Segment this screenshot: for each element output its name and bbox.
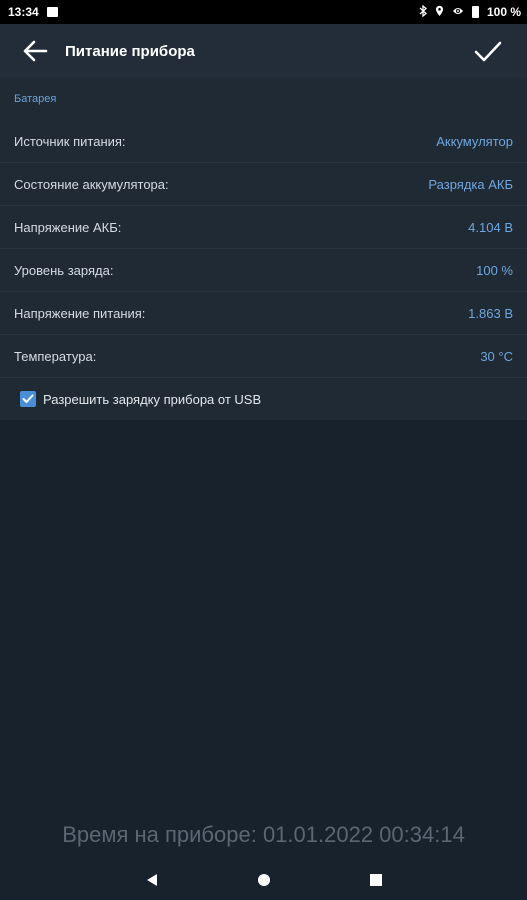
battery-icon [471,6,479,18]
battery-percent: 100 % [486,5,521,19]
row-label: Температура: [14,348,97,364]
row-label: Уровень заряда: [14,262,114,278]
row-value: 4.104 В [468,219,513,235]
nav-recents-button[interactable] [356,860,396,900]
circle-home-icon [257,874,270,886]
row-value: 1.863 В [468,305,513,321]
location-icon [435,5,444,20]
eye-icon [452,5,464,19]
system-nav-bar [0,860,527,900]
image-icon [46,7,58,17]
row-label: Источник питания: [14,133,126,149]
row-label: Напряжение АКБ: [14,219,122,235]
row-supply-voltage: Напряжение питания: 1.863 В [0,292,527,335]
row-label: Состояние аккумулятора: [14,176,169,192]
bluetooth-icon [419,4,427,20]
page-title: Питание прибора [65,42,195,60]
section-title-battery: Батарея [14,93,57,105]
row-label: Напряжение питания: [14,305,146,321]
nav-back-button[interactable] [132,860,172,900]
triangle-back-icon [146,874,157,886]
row-temperature: Температура: 30 °C [0,335,527,378]
row-battery-voltage: Напряжение АКБ: 4.104 В [0,206,527,249]
confirm-button[interactable] [467,30,509,72]
device-time: Время на приборе: 01.01.2022 00:34:14 [62,822,465,847]
usb-charge-checkbox[interactable] [20,391,36,407]
status-time: 13:34 [8,5,39,19]
usb-charge-checkbox-row[interactable]: Разрешить зарядку прибора от USB [0,378,527,420]
row-power-source: Источник питания: Аккумулятор [0,120,527,163]
nav-home-button[interactable] [244,860,284,900]
row-value: 30 °C [480,348,513,364]
row-value: Разрядка АКБ [428,176,513,192]
row-value: 100 % [476,262,513,278]
square-recents-icon [369,874,382,886]
checkmark-icon [22,394,34,403]
row-charge-level: Уровень заряда: 100 % [0,249,527,292]
battery-panel: Батарея Источник питания: Аккумулятор Со… [0,78,527,420]
arrow-left-icon [23,40,48,62]
back-button[interactable] [14,30,56,72]
usb-charge-label: Разрешить зарядку прибора от USB [43,391,262,407]
row-battery-state: Состояние аккумулятора: Разрядка АКБ [0,163,527,206]
status-icons: 100 % [419,4,521,20]
app-bar: Питание прибора [0,24,527,78]
status-bar: 13:34 100 % [0,0,527,24]
row-value: Аккумулятор [436,133,513,149]
check-icon [474,41,502,62]
